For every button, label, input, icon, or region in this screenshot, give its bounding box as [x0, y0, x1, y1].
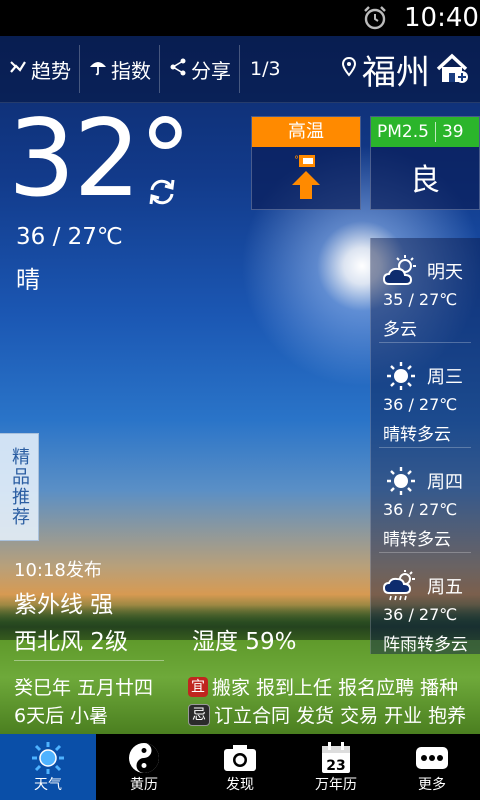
location-pin-icon	[341, 56, 357, 82]
aqi-label: PM2.5	[377, 122, 429, 142]
ji-badge: 忌	[188, 703, 210, 726]
share-button[interactable]: 分享	[160, 36, 239, 102]
almanac-ji-row[interactable]: 忌 订立合同 发货 交易 开业 抱养	[188, 701, 466, 728]
forecast-item[interactable]: 周五 36 / 27℃ 阵雨转多云	[379, 553, 471, 657]
forecast-range: 36 / 27℃	[383, 500, 458, 519]
high-temp-alert-card[interactable]: 高温 °	[251, 116, 361, 210]
index-label: 指数	[111, 58, 151, 83]
release-time: 10:18发布	[14, 560, 102, 581]
ji-text: 订立合同 发货 交易 开业 抱养	[214, 705, 467, 727]
refresh-icon[interactable]	[146, 176, 178, 208]
uv-index: 紫外线 强	[14, 592, 114, 618]
forecast-day: 周四	[427, 472, 463, 493]
calendar-icon: 23	[322, 742, 350, 774]
camera-icon	[224, 745, 256, 771]
forecast-desc: 晴转多云	[383, 425, 451, 445]
lunar-date: 癸巳年 五月廿四	[14, 677, 154, 699]
forecast-desc: 多云	[383, 320, 417, 340]
yin-yang-icon	[129, 743, 159, 773]
nav-almanac-label: 黄历	[130, 777, 158, 793]
forecast-item[interactable]: 明天 35 / 27℃ 多云	[379, 238, 471, 343]
svg-text:°: °	[294, 155, 299, 166]
forecast-range: 36 / 27℃	[383, 605, 458, 624]
nav-weather-label: 天气	[34, 777, 62, 793]
nav-almanac[interactable]: 黄历	[96, 734, 192, 800]
alert-label: 高温	[252, 117, 360, 147]
forecast-desc: 晴转多云	[383, 530, 451, 550]
sunny-icon	[387, 467, 415, 495]
city-name: 福州	[362, 52, 430, 93]
almanac-yi-row[interactable]: 宜 搬家 报到上任 报名应聘 播种	[188, 673, 458, 700]
trend-icon	[8, 58, 28, 81]
humidity-info: 湿度 59%	[192, 629, 297, 655]
shower-icon	[383, 570, 415, 601]
air-quality-card[interactable]: PM2.5 39 良	[370, 116, 480, 210]
trend-button[interactable]: 趋势	[0, 36, 79, 102]
nav-calendar[interactable]: 23 万年历	[288, 734, 384, 800]
sunny-icon	[387, 362, 415, 390]
nav-more[interactable]: 更多	[384, 734, 480, 800]
status-time: 10:40	[404, 3, 479, 33]
nav-discover-label: 发现	[226, 777, 254, 793]
umbrella-icon	[88, 58, 108, 81]
nav-weather[interactable]: 天气	[0, 734, 96, 800]
top-toolbar: 趋势 指数 分享 1/3 福州	[0, 36, 480, 103]
forecast-day: 周三	[427, 367, 463, 388]
forecast-item[interactable]: 周四 36 / 27℃ 晴转多云	[379, 448, 471, 553]
city-selector[interactable]: 福州	[341, 36, 468, 102]
forecast-range: 36 / 27℃	[383, 395, 458, 414]
today-temp-range: 36 / 27℃	[16, 224, 123, 250]
nav-discover[interactable]: 发现	[192, 734, 288, 800]
yi-text: 搬家 报到上任 报名应聘 播种	[212, 677, 459, 699]
add-home-icon[interactable]	[436, 53, 468, 85]
forecast-item[interactable]: 周三 36 / 27℃ 晴转多云	[379, 343, 471, 448]
nav-more-label: 更多	[418, 777, 446, 793]
forecast-day: 明天	[427, 262, 463, 283]
trend-label: 趋势	[31, 58, 71, 83]
wind-info: 西北风 2级	[14, 629, 128, 655]
partly-cloudy-icon	[383, 255, 416, 285]
more-icon	[416, 747, 448, 769]
current-condition: 晴	[16, 266, 40, 294]
nav-calendar-label: 万年历	[315, 777, 357, 793]
details-divider	[14, 660, 164, 661]
forecast-day: 周五	[427, 577, 463, 598]
solar-term: 6天后 小暑	[14, 705, 109, 727]
page-indicator: 1/3	[250, 58, 281, 80]
forecast-desc: 阵雨转多云	[383, 635, 468, 655]
alarm-clock-icon	[364, 6, 386, 30]
high-temp-warning-icon: °	[292, 155, 320, 199]
share-label: 分享	[191, 58, 231, 83]
aqi-level: 良	[410, 163, 440, 198]
forecast-range: 35 / 27℃	[383, 290, 458, 309]
share-icon	[168, 58, 188, 81]
bottom-nav: 天气 黄历 发现 23 万年历 更多	[0, 734, 480, 800]
calendar-day-number: 23	[326, 758, 345, 774]
yi-badge: 宜	[188, 676, 208, 697]
status-bar: 10:40	[0, 0, 480, 36]
sun-icon	[32, 742, 64, 774]
index-button[interactable]: 指数	[80, 36, 159, 102]
recommend-tab[interactable]: 精品推荐	[0, 433, 39, 541]
aqi-value: 39	[434, 122, 464, 142]
forecast-list: 明天 35 / 27℃ 多云 周三 36 / 27℃ 晴转多云 周四 36 / …	[370, 238, 480, 657]
